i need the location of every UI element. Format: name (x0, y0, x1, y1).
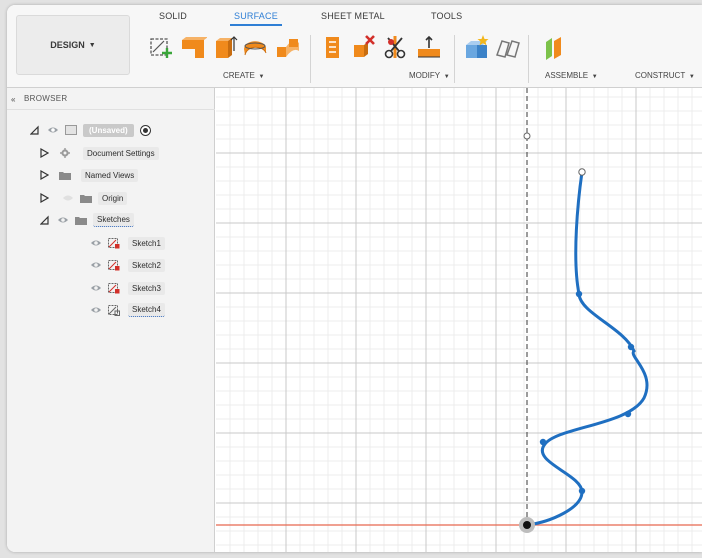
tree-item-label: Sketch1 (128, 236, 165, 250)
thicken-icon[interactable] (319, 33, 347, 61)
tree-item-label: Sketch2 (128, 258, 165, 272)
expand-triangle-icon[interactable] (40, 148, 49, 158)
offset-plane-icon[interactable] (541, 33, 569, 61)
chevron-down-icon: ▼ (590, 74, 598, 80)
folder-icon (59, 170, 71, 180)
modify-menu-label: MODIFY (409, 71, 441, 80)
eye-icon[interactable] (47, 126, 59, 134)
spline-point[interactable] (627, 343, 635, 351)
sketch-icon (108, 304, 120, 316)
tab-solid[interactable]: SOLID (159, 11, 187, 21)
create-sketch-icon[interactable] (147, 33, 175, 61)
extrude-icon[interactable] (179, 33, 207, 61)
create-menu[interactable]: CREATE ▼ (223, 71, 264, 80)
chevron-down-icon: ▼ (88, 41, 96, 49)
create-menu-label: CREATE (223, 71, 255, 80)
tree-item-sketch3[interactable]: Sketch3 (90, 279, 165, 297)
tree-item-origin[interactable]: Origin (40, 189, 128, 207)
delete-icon[interactable] (350, 33, 378, 61)
gear-icon (59, 148, 71, 158)
stitch-icon[interactable] (415, 33, 443, 61)
sketch-icon (108, 282, 120, 294)
tab-tools[interactable]: TOOLS (431, 11, 462, 21)
expand-triangle-icon[interactable] (30, 125, 39, 135)
sketch-icon (108, 237, 120, 249)
grid-minor (216, 88, 702, 552)
divider (528, 35, 529, 83)
sketch-icon (108, 259, 120, 271)
revolve-icon[interactable] (210, 33, 238, 61)
radio-icon[interactable] (139, 124, 151, 136)
folder-icon (75, 215, 87, 225)
tree-item-label: Origin (98, 191, 128, 205)
chevron-down-icon: ▼ (256, 74, 265, 80)
tree-item-root[interactable]: (Unsaved) (30, 121, 151, 139)
tree-item-sketches[interactable]: Sketches (40, 211, 134, 229)
eye-icon[interactable] (90, 261, 102, 269)
tree-item-label: Document Settings (83, 146, 159, 160)
eye-icon[interactable] (90, 306, 102, 314)
chevron-down-icon: ▼ (442, 74, 450, 80)
browser-header: « BROWSER (7, 88, 293, 110)
tree-item-sketch2[interactable]: Sketch2 (90, 256, 165, 274)
tree-item-document-settings[interactable]: Document Settings (40, 144, 159, 162)
sketch-viewport[interactable] (216, 88, 702, 552)
eye-icon[interactable] (90, 284, 102, 292)
eye-icon[interactable] (90, 239, 102, 247)
spline-point[interactable] (539, 438, 547, 446)
origin-point[interactable] (523, 521, 531, 529)
modify-menu[interactable]: MODIFY ▼ (409, 71, 450, 80)
document-icon (65, 125, 77, 135)
expand-triangle-icon[interactable] (40, 170, 49, 180)
tab-surface[interactable]: SURFACE (230, 11, 282, 26)
divider (454, 35, 455, 83)
toolbar: DESIGN ▼ SOLID SURFACE SHEET METAL TOOLS (7, 5, 702, 88)
divider (310, 35, 311, 83)
expand-triangle-icon[interactable] (40, 193, 49, 203)
tree-item-label: Named Views (81, 168, 139, 182)
expand-triangle-icon[interactable] (40, 215, 49, 225)
sweep-icon[interactable] (241, 33, 269, 61)
tab-sheet-metal[interactable]: SHEET METAL (321, 11, 385, 21)
folder-icon (80, 193, 92, 203)
tree-item-label: Sketches (93, 213, 134, 227)
tree-item-sketch4[interactable]: Sketch4 (90, 301, 165, 319)
assemble-menu-label: ASSEMBLE (545, 71, 589, 80)
grid-major (216, 88, 702, 552)
eye-icon[interactable] (62, 194, 74, 202)
tree-item-sketch1[interactable]: Sketch1 (90, 234, 165, 252)
tree-item-named-views[interactable]: Named Views (40, 166, 139, 184)
sketch-canvas[interactable] (216, 88, 702, 552)
joint-icon[interactable] (493, 33, 521, 61)
centerline-endpoint[interactable] (523, 132, 531, 140)
browser-panel: « BROWSER (Unsaved) Document Settings Na… (7, 88, 293, 552)
new-component-icon[interactable] (463, 33, 491, 61)
construct-menu-label: CONSTRUCT (635, 71, 686, 80)
spline-point[interactable] (575, 290, 583, 298)
browser-title: BROWSER (24, 94, 68, 103)
assemble-menu[interactable]: ASSEMBLE ▼ (545, 71, 598, 80)
collapse-panel-icon[interactable]: « (11, 95, 19, 104)
workspace-label: DESIGN (50, 40, 85, 50)
spline-point[interactable] (578, 487, 586, 495)
tree-item-label: (Unsaved) (83, 123, 134, 137)
eye-icon[interactable] (57, 216, 69, 224)
trim-icon[interactable] (381, 33, 409, 61)
tree-item-label: Sketch3 (128, 281, 165, 295)
construct-menu[interactable]: CONSTRUCT ▼ (635, 71, 695, 80)
spline-endpoint[interactable] (578, 168, 586, 176)
spline-point[interactable] (624, 410, 632, 418)
chevron-down-icon: ▼ (687, 74, 695, 80)
tree-item-label: Sketch4 (128, 303, 165, 317)
loft-icon[interactable] (274, 33, 302, 61)
toolbar-tabs: SOLID SURFACE SHEET METAL TOOLS (7, 11, 702, 26)
app-window: DESIGN ▼ SOLID SURFACE SHEET METAL TOOLS (7, 5, 702, 552)
